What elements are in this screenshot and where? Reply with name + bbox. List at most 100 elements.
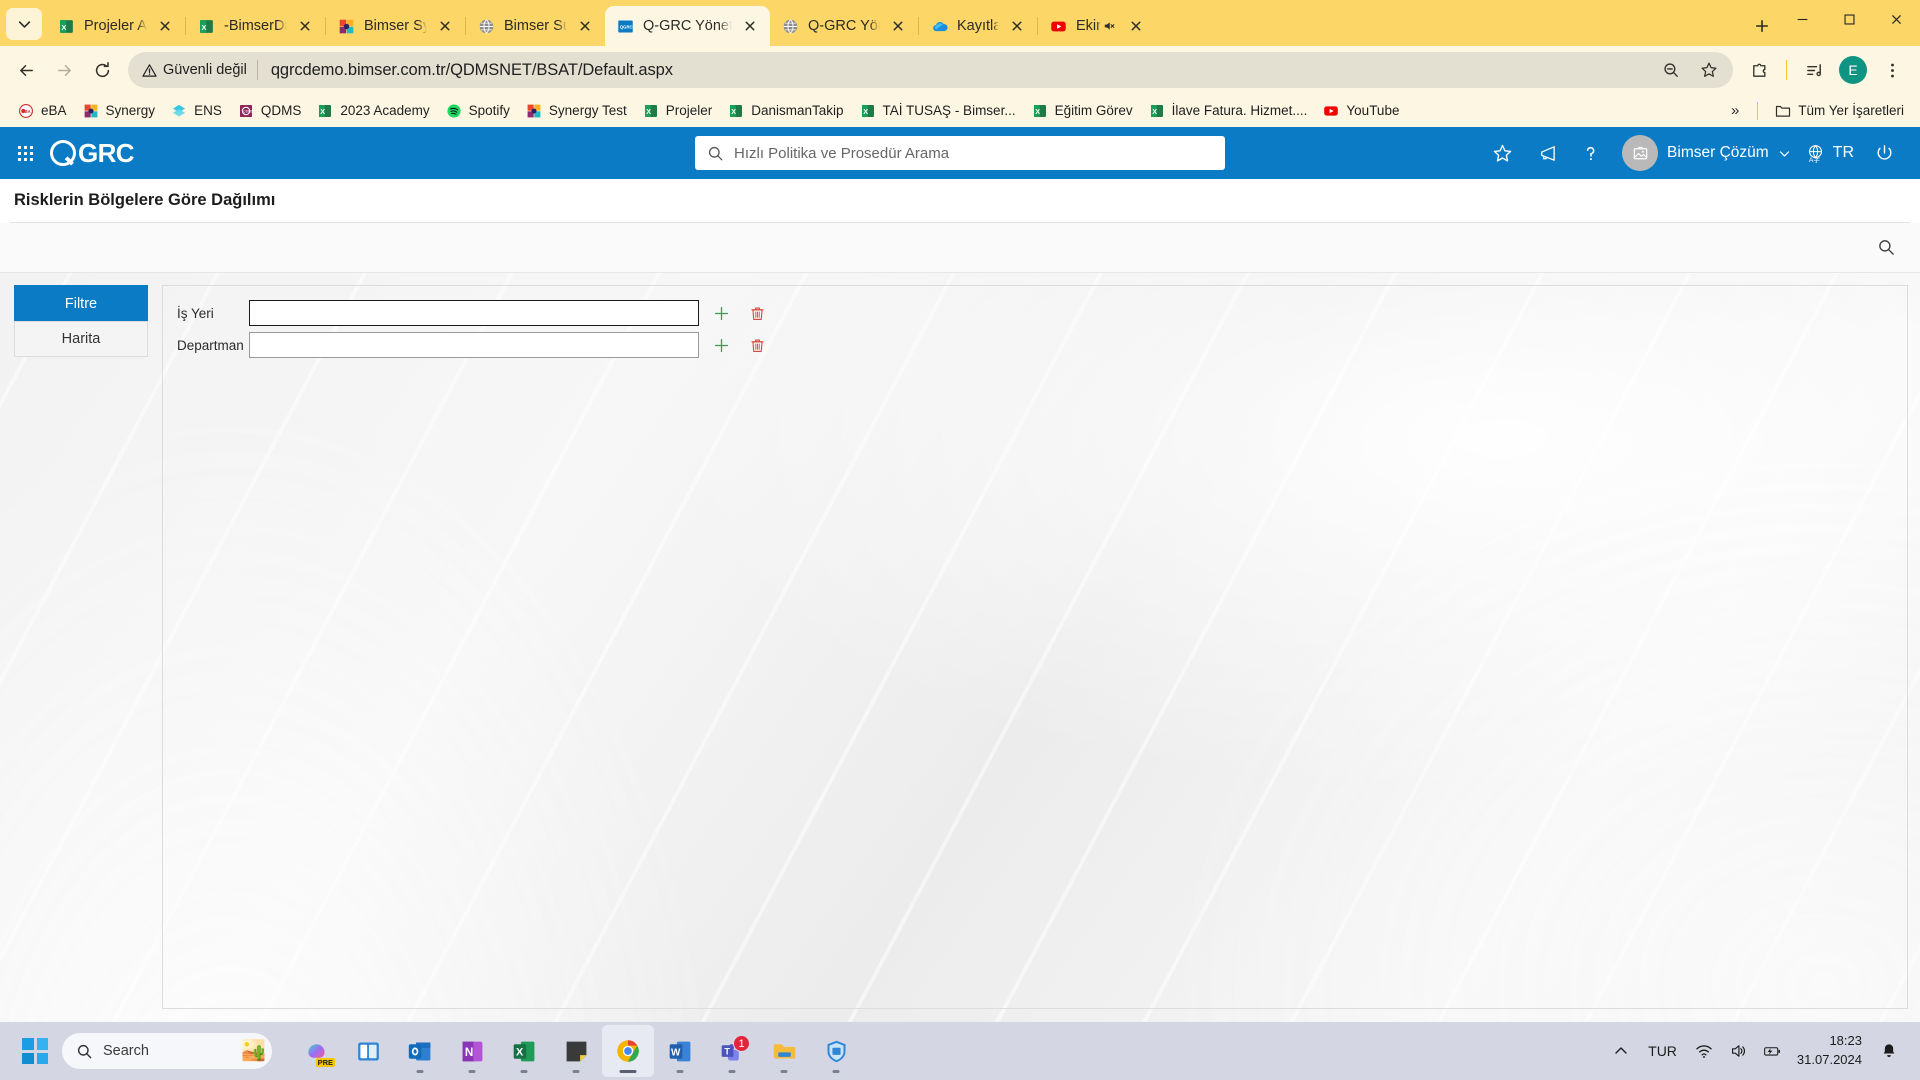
user-menu[interactable]: Bimser Çözüm [1622,135,1791,171]
tab-close-button[interactable] [153,14,177,38]
tab-close-button[interactable] [433,14,457,38]
tab-close-button[interactable] [573,14,597,38]
svg-text:X: X [321,107,326,116]
tab-title: Ekin Uzunlar [1076,18,1101,34]
youtube-icon [1051,21,1066,31]
field-input-i̇ş-yeri[interactable] [249,300,699,326]
browser-tab[interactable]: Q-GRC Yönetim [770,6,918,46]
tray-expand-button[interactable] [1604,1028,1638,1074]
taskbar-item-excel[interactable]: X [498,1025,550,1077]
close-window-button[interactable] [1873,0,1920,38]
taskbar-item-word[interactable]: W [654,1025,706,1077]
back-button[interactable] [8,52,44,88]
taskbar-item-teams[interactable]: T 1 [706,1025,758,1077]
browser-tab[interactable]: Ekin Uzunlar [1038,6,1156,46]
browser-tab[interactable]: Bimser Synergy [326,6,465,46]
bookmark-item[interactable]: YouTube [1315,98,1407,124]
volume-button[interactable] [1721,1028,1755,1074]
apps-grid-icon[interactable] [10,138,40,168]
tab-close-button[interactable] [738,14,762,38]
tab-mute-icon[interactable] [1101,19,1116,34]
wifi-button[interactable] [1687,1028,1721,1074]
help-button[interactable] [1568,131,1612,175]
bookmark-item[interactable]: ENS [163,98,230,124]
start-button[interactable] [22,1038,48,1064]
taskbar-item-security[interactable] [810,1025,862,1077]
bookmark-item[interactable]: X 2023 Academy [309,98,437,124]
taskbar-item-chrome[interactable] [602,1025,654,1077]
bookmark-item[interactable]: QDMS QDMS [230,98,310,124]
filter-form: İş Yeri Departman [177,300,1907,358]
browser-tab[interactable]: Bimser Support S [466,6,605,46]
taskbar-item-onenote[interactable]: N [446,1025,498,1077]
bookmark-label: ENS [194,103,222,118]
add-row-button[interactable] [707,332,735,358]
taskbar-search[interactable]: Search 🏜️ [62,1033,272,1069]
tab-close-button[interactable] [1005,14,1029,38]
field-input-departman[interactable] [249,332,699,358]
bookmark-item[interactable]: X Projeler [635,98,721,124]
wifi-icon [1696,1045,1712,1058]
bookmark-item[interactable]: X DanismanTakip [720,98,851,124]
minimize-button[interactable] [1779,0,1826,38]
running-indicator [728,1070,736,1073]
profile-avatar[interactable]: E [1839,56,1867,84]
taskbar-item-sticky-notes[interactable] [550,1025,602,1077]
new-tab-button[interactable] [1745,9,1779,43]
tab-close-button[interactable] [1124,14,1148,38]
browser-tab-active[interactable]: QGRC Q-GRC Yönetim S [605,6,770,46]
bookmark-label: eBA [41,103,67,118]
browser-tab[interactable]: X -BimserDanisman [186,6,325,46]
announcements-button[interactable] [1524,131,1568,175]
add-row-button[interactable] [707,300,735,326]
media-controls-button[interactable] [1796,52,1832,88]
bookmark-item[interactable]: X TAİ TUSAŞ - Bimser... [852,98,1024,124]
synergy-icon [339,19,354,33]
battery-button[interactable] [1755,1028,1789,1074]
quick-search-input[interactable] [734,144,1213,162]
chrome-menu-button[interactable] [1874,52,1910,88]
bookmark-item[interactable]: Synergy Test [518,98,635,124]
favorites-button[interactable] [1480,131,1524,175]
bookmark-item[interactable]: BA eBA [10,98,75,124]
bookmark-item[interactable]: Synergy [75,98,164,124]
bookmark-item[interactable]: X Eğitim Görev [1024,98,1141,124]
excel-icon: X [1032,103,1048,119]
forward-button[interactable] [46,52,82,88]
language-switcher[interactable]: A字 TR [1805,143,1854,164]
taskbar-item-widgets[interactable] [342,1025,394,1077]
search-icon[interactable] [1877,238,1896,257]
synergy-icon [527,104,541,117]
view-tab-harita[interactable]: Harita [14,321,148,357]
bookmark-star-button[interactable] [1691,52,1727,88]
clock[interactable]: 18:23 31.07.2024 [1789,1032,1872,1070]
logout-button[interactable] [1862,131,1906,175]
delete-row-button[interactable] [743,332,771,358]
maximize-button[interactable] [1826,0,1873,38]
reload-button[interactable] [84,52,120,88]
browser-tab[interactable]: X Projeler Applicati [46,6,185,46]
quick-search-box[interactable] [695,136,1225,170]
delete-row-button[interactable] [743,300,771,326]
tab-title: Bimser Synergy [364,18,427,34]
address-bar[interactable]: Güvenli değil qgrcdemo.bimser.com.tr/QDM… [128,52,1733,88]
bookmarks-overflow-button[interactable]: » [1722,98,1748,124]
zoom-out-button[interactable] [1653,52,1689,88]
bookmark-item[interactable]: X İlave Fatura. Hizmet.... [1141,98,1316,124]
taskbar-item-file-explorer[interactable] [758,1025,810,1077]
taskbar-item-outlook[interactable] [394,1025,446,1077]
tab-close-button[interactable] [293,14,317,38]
taskbar-item-copilot[interactable]: PRE [290,1025,342,1077]
all-bookmarks-label: Tüm Yer İşaretleri [1798,103,1904,118]
tab-close-button[interactable] [886,14,910,38]
bookmark-item[interactable]: Spotify [438,98,518,124]
browser-tab[interactable]: Kayıtlar - OneDri [919,6,1037,46]
tab-search-button[interactable] [6,8,42,40]
teams-icon: T 1 [717,1035,750,1066]
all-bookmarks-button[interactable]: Tüm Yer İşaretleri [1767,98,1912,124]
site-security-indicator[interactable]: Güvenli değil [142,62,257,78]
language-indicator[interactable]: TUR [1638,1043,1687,1059]
view-tab-filtre[interactable]: Filtre [14,285,148,321]
notifications-button[interactable] [1872,1028,1906,1074]
extensions-button[interactable] [1741,52,1777,88]
